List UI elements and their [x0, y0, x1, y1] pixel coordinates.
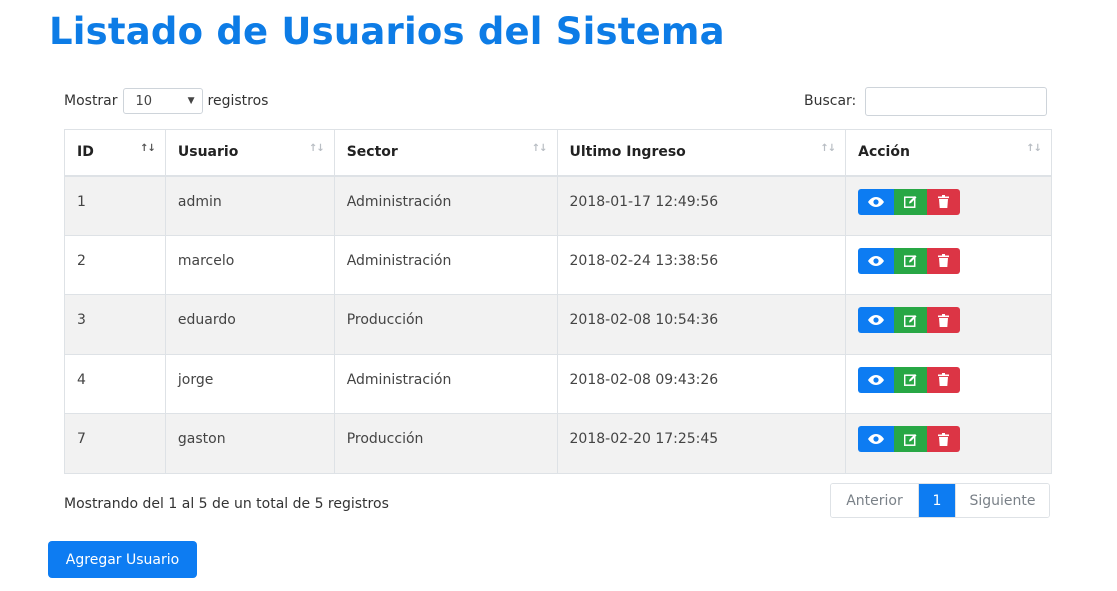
eye-icon	[868, 196, 885, 207]
cell-sector: Producción	[333, 413, 558, 474]
cell-ultimo-ingreso: 2018-02-08 10:54:36	[556, 294, 847, 355]
add-user-button[interactable]: Agregar Usuario	[48, 541, 197, 578]
edit-icon	[904, 433, 917, 446]
action-group	[858, 247, 1039, 274]
sort-icon: ↑↓	[308, 143, 325, 154]
cell-actions	[845, 294, 1052, 355]
cell-sector: Administración	[333, 234, 558, 296]
eye-icon	[868, 374, 885, 385]
view-button[interactable]	[858, 307, 895, 334]
edit-icon	[904, 255, 917, 268]
cell-actions	[845, 353, 1052, 415]
column-header-sector[interactable]: Sector ↑↓	[333, 129, 558, 177]
view-button[interactable]	[858, 188, 895, 215]
action-group	[858, 366, 1039, 393]
cell-actions	[845, 413, 1052, 474]
cell-sector: Administración	[333, 175, 558, 236]
cell-id: 3	[64, 294, 166, 355]
edit-button[interactable]	[894, 307, 928, 334]
table-row: 7 gaston Producción 2018-02-20 17:25:45	[64, 413, 1052, 474]
cell-ultimo-ingreso: 2018-02-08 09:43:26	[556, 353, 847, 415]
trash-icon	[938, 195, 950, 208]
view-button[interactable]	[858, 247, 895, 274]
trash-icon	[938, 313, 950, 327]
users-table: ID ↑↓ Usuario ↑↓ Sector ↑↓ Ultimo Ingreso ↑↓…	[64, 129, 1052, 474]
cell-id: 2	[64, 234, 166, 296]
edit-icon	[904, 314, 917, 327]
table-info: Mostrando del 1 al 5 de un total de 5 re…	[64, 496, 389, 512]
action-group	[858, 307, 1039, 334]
delete-button[interactable]	[927, 307, 961, 334]
delete-button[interactable]	[927, 426, 961, 453]
pagination: Anterior 1 Siguiente	[830, 483, 1050, 518]
column-header-accion[interactable]: Acción ↑↓	[845, 129, 1052, 177]
users-table-wrapper: ID ↑↓ Usuario ↑↓ Sector ↑↓ Ultimo Ingreso ↑↓…	[64, 129, 1052, 474]
trash-icon	[938, 254, 950, 268]
edit-button[interactable]	[894, 247, 928, 274]
sort-icon: ↑↓	[140, 143, 156, 154]
length-value: 10	[135, 93, 153, 109]
cell-id: 1	[64, 175, 166, 236]
table-header-row: ID ↑↓ Usuario ↑↓ Sector ↑↓ Ultimo Ingreso ↑↓…	[64, 129, 1052, 177]
edit-button[interactable]	[894, 426, 928, 453]
column-header-ultimo-ingreso[interactable]: Ultimo Ingreso ↑↓	[556, 129, 847, 177]
page-1-button[interactable]: 1	[919, 484, 955, 517]
cell-id: 4	[64, 353, 166, 415]
action-group	[858, 188, 1039, 215]
cell-id: 7	[64, 413, 166, 474]
search-label: Buscar:	[804, 93, 857, 109]
show-label: Mostrar	[64, 93, 118, 109]
length-select[interactable]: 10 ▼	[122, 88, 203, 114]
table-row: 2 marcelo Administración 2018-02-24 13:3…	[64, 234, 1052, 296]
previous-page-button[interactable]: Anterior	[831, 484, 919, 517]
view-button[interactable]	[858, 426, 895, 453]
cell-sector: Administración	[333, 353, 558, 415]
search-control: Buscar:	[804, 86, 1048, 116]
cell-usuario: gaston	[164, 413, 335, 474]
sort-icon: ↑↓	[531, 143, 548, 154]
search-input[interactable]	[865, 86, 1048, 116]
cell-sector: Producción	[333, 294, 558, 355]
table-row: 4 jorge Administración 2018-02-08 09:43:…	[64, 353, 1052, 415]
delete-button[interactable]	[927, 188, 961, 215]
table-row: 1 admin Administración 2018-01-17 12:49:…	[64, 175, 1052, 236]
eye-icon	[868, 434, 885, 445]
view-button[interactable]	[858, 366, 895, 393]
cell-usuario: admin	[164, 175, 335, 236]
delete-button[interactable]	[927, 366, 961, 393]
cell-ultimo-ingreso: 2018-02-20 17:25:45	[556, 413, 847, 474]
eye-icon	[868, 315, 885, 326]
column-header-usuario[interactable]: Usuario ↑↓	[164, 129, 335, 177]
cell-ultimo-ingreso: 2018-02-24 13:38:56	[556, 234, 847, 296]
sort-icon: ↑↓	[820, 143, 836, 154]
records-label: registros	[207, 93, 269, 109]
trash-icon	[938, 373, 950, 387]
cell-usuario: jorge	[164, 353, 335, 415]
cell-usuario: marcelo	[164, 234, 335, 296]
edit-icon	[904, 374, 917, 387]
cell-actions	[845, 234, 1052, 296]
column-header-id[interactable]: ID ↑↓	[64, 129, 166, 177]
cell-actions	[845, 175, 1052, 236]
cell-usuario: eduardo	[164, 294, 335, 355]
page-title: Listado de Usuarios del Sistema	[49, 10, 725, 53]
edit-button[interactable]	[894, 188, 928, 215]
length-control: Mostrar 10 ▼ registros	[64, 88, 268, 114]
delete-button[interactable]	[927, 247, 961, 274]
table-row: 3 eduardo Producción 2018-02-08 10:54:36	[64, 294, 1052, 355]
edit-icon	[904, 196, 917, 208]
edit-button[interactable]	[894, 366, 928, 393]
sort-icon: ↑↓	[1026, 143, 1042, 154]
trash-icon	[938, 432, 950, 446]
action-group	[858, 426, 1039, 453]
chevron-down-icon: ▼	[187, 96, 195, 106]
eye-icon	[868, 255, 885, 266]
next-page-button[interactable]: Siguiente	[955, 484, 1049, 517]
cell-ultimo-ingreso: 2018-01-17 12:49:56	[556, 175, 847, 236]
